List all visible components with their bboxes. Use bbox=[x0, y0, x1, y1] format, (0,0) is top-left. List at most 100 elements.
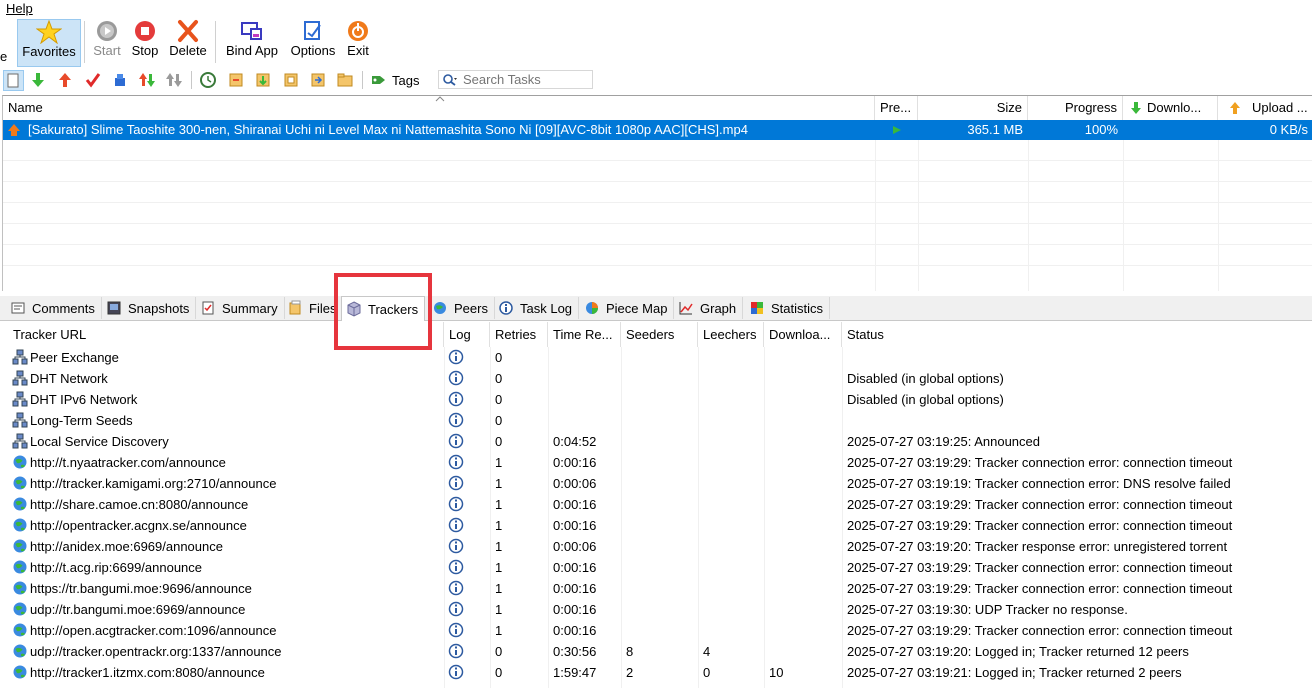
tab-task-log[interactable]: Task Log bbox=[494, 297, 580, 319]
check-button[interactable] bbox=[83, 70, 103, 90]
log-info-icon[interactable] bbox=[448, 349, 464, 365]
tracker-log[interactable] bbox=[444, 578, 490, 599]
log-info-icon[interactable] bbox=[448, 559, 464, 575]
tracker-status: 2025-07-27 03:19:20: Logged in; Tracker … bbox=[847, 644, 1189, 659]
tracker-row[interactable]: udp://tr.bangumi.moe:6969/announce 1 0:00:… bbox=[8, 599, 1312, 620]
column-header-leechers[interactable]: Leechers bbox=[698, 322, 764, 347]
search-input[interactable] bbox=[438, 70, 593, 89]
log-info-icon[interactable] bbox=[448, 391, 464, 407]
tracker-row[interactable]: udp://tracker.opentrackr.org:1337/announ… bbox=[8, 641, 1312, 662]
tab-summary[interactable]: Summary bbox=[196, 297, 285, 319]
tracker-log[interactable] bbox=[444, 494, 490, 515]
tracker-log[interactable] bbox=[444, 515, 490, 536]
move-button[interactable] bbox=[308, 70, 328, 90]
tracker-log[interactable] bbox=[444, 473, 490, 494]
exit-button[interactable]: Exit bbox=[343, 19, 373, 65]
tab-statistics[interactable]: Statistics bbox=[745, 297, 831, 319]
preview-play-icon[interactable] bbox=[892, 125, 902, 135]
tracker-log[interactable] bbox=[444, 662, 490, 683]
move-up-button[interactable] bbox=[55, 70, 75, 90]
copy-button[interactable] bbox=[281, 70, 301, 90]
peers-globe-icon bbox=[434, 302, 446, 314]
log-info-icon[interactable] bbox=[448, 517, 464, 533]
log-info-icon[interactable] bbox=[448, 496, 464, 512]
column-header-preview[interactable]: Pre... bbox=[875, 96, 918, 120]
log-info-icon[interactable] bbox=[448, 433, 464, 449]
tracker-row[interactable]: http://open.acgtracker.com:1096/announce… bbox=[8, 620, 1312, 641]
move-bottom-button[interactable] bbox=[164, 70, 184, 90]
tracker-row[interactable]: http://share.camoe.cn:8080/announce 1 0:00… bbox=[8, 494, 1312, 515]
tracker-log[interactable] bbox=[444, 641, 490, 662]
tracker-log[interactable] bbox=[444, 410, 490, 431]
log-info-icon[interactable] bbox=[448, 538, 464, 554]
column-header-size[interactable]: Size bbox=[918, 96, 1028, 120]
tracker-log[interactable] bbox=[444, 431, 490, 452]
column-header-retries[interactable]: Retries bbox=[490, 322, 548, 347]
tracker-url: DHT IPv6 Network bbox=[8, 389, 444, 410]
open-folder-button[interactable] bbox=[335, 70, 355, 90]
tracker-row[interactable]: DHT IPv6 Network 0 Disabled (in global opt… bbox=[8, 389, 1312, 410]
column-header-time-remaining[interactable]: Time Re... bbox=[548, 322, 621, 347]
tracker-log[interactable] bbox=[444, 368, 490, 389]
tracker-log[interactable] bbox=[444, 620, 490, 641]
tab-peers[interactable]: Peers bbox=[428, 297, 495, 319]
tracker-row[interactable]: http://tracker.kamigami.org:2710/announc… bbox=[8, 473, 1312, 494]
log-info-icon[interactable] bbox=[448, 601, 464, 617]
import-button[interactable] bbox=[226, 70, 246, 90]
tab-graph[interactable]: Graph bbox=[674, 297, 744, 319]
tracker-row[interactable]: http://t.nyaatracker.com/announce 1 0:00:1… bbox=[8, 452, 1312, 473]
queue-button[interactable] bbox=[110, 70, 130, 90]
tracker-row[interactable]: https://tr.bangumi.moe:9696/announce 1 0:0… bbox=[8, 578, 1312, 599]
menu-help[interactable]: Help bbox=[6, 1, 33, 16]
tab-comments[interactable]: Comments bbox=[6, 297, 102, 319]
log-info-icon[interactable] bbox=[448, 580, 464, 596]
column-header-downloads[interactable]: Downloa... bbox=[764, 322, 842, 347]
tracker-row[interactable]: Local Service Discovery 0 0:04:52 2025-07-2… bbox=[8, 431, 1312, 452]
tracker-log[interactable] bbox=[444, 536, 490, 557]
tracker-row[interactable]: http://tracker1.itzmx.com:8080/announce 0… bbox=[8, 662, 1312, 683]
tracker-seeders bbox=[621, 368, 698, 389]
tags-button[interactable]: Tags bbox=[370, 70, 419, 90]
column-header-upload[interactable]: Upload ... bbox=[1218, 96, 1312, 120]
stop-button[interactable]: Stop bbox=[128, 19, 162, 65]
bind-app-button[interactable]: Bind App bbox=[222, 19, 282, 65]
tracker-time bbox=[548, 347, 621, 368]
tracker-log[interactable] bbox=[444, 599, 490, 620]
column-header-status[interactable]: Status bbox=[842, 322, 1312, 347]
tracker-row[interactable]: DHT Network 0 Disabled (in global options) bbox=[8, 368, 1312, 389]
log-info-icon[interactable] bbox=[448, 664, 464, 680]
column-header-download[interactable]: Downlo... bbox=[1123, 96, 1218, 120]
globe-icon bbox=[13, 518, 27, 532]
tracker-row[interactable]: http://opentracker.acgnx.se/announce 1 0:0… bbox=[8, 515, 1312, 536]
tracker-row[interactable]: Peer Exchange 0 bbox=[8, 347, 1312, 368]
column-header-progress[interactable]: Progress bbox=[1028, 96, 1123, 120]
start-button[interactable]: Start bbox=[90, 19, 124, 65]
favorites-button[interactable]: Favorites bbox=[17, 19, 81, 67]
tracker-row[interactable]: http://anidex.moe:6969/announce 1 0:00:06 2… bbox=[8, 536, 1312, 557]
log-info-icon[interactable] bbox=[448, 412, 464, 428]
tracker-retries: 0 bbox=[495, 371, 503, 386]
schedule-button[interactable] bbox=[198, 70, 218, 90]
move-top-button[interactable] bbox=[137, 70, 157, 90]
export-button[interactable] bbox=[253, 70, 273, 90]
options-button[interactable]: Options bbox=[287, 19, 339, 65]
new-task-small-button[interactable] bbox=[3, 70, 24, 91]
log-info-icon[interactable] bbox=[448, 643, 464, 659]
tab-snapshots[interactable]: Snapshots bbox=[102, 297, 197, 319]
tracker-log[interactable] bbox=[444, 452, 490, 473]
tracker-log[interactable] bbox=[444, 557, 490, 578]
tracker-row[interactable]: Long-Term Seeds 0 bbox=[8, 410, 1312, 431]
column-header-log[interactable]: Log bbox=[444, 322, 490, 347]
delete-button[interactable]: Delete bbox=[166, 19, 210, 65]
tracker-row[interactable]: http://t.acg.rip:6699/announce 1 0:00:16 20… bbox=[8, 557, 1312, 578]
log-info-icon[interactable] bbox=[448, 475, 464, 491]
move-down-button[interactable] bbox=[28, 70, 48, 90]
log-info-icon[interactable] bbox=[448, 370, 464, 386]
log-info-icon[interactable] bbox=[448, 622, 464, 638]
log-info-icon[interactable] bbox=[448, 454, 464, 470]
task-row[interactable]: [Sakurato] Slime Taoshite 300-nen, Shira… bbox=[3, 120, 1312, 140]
tab-piece-map[interactable]: Piece Map bbox=[580, 297, 675, 319]
column-header-seeders[interactable]: Seeders bbox=[621, 322, 698, 347]
tracker-log[interactable] bbox=[444, 389, 490, 410]
tracker-log[interactable] bbox=[444, 347, 490, 368]
